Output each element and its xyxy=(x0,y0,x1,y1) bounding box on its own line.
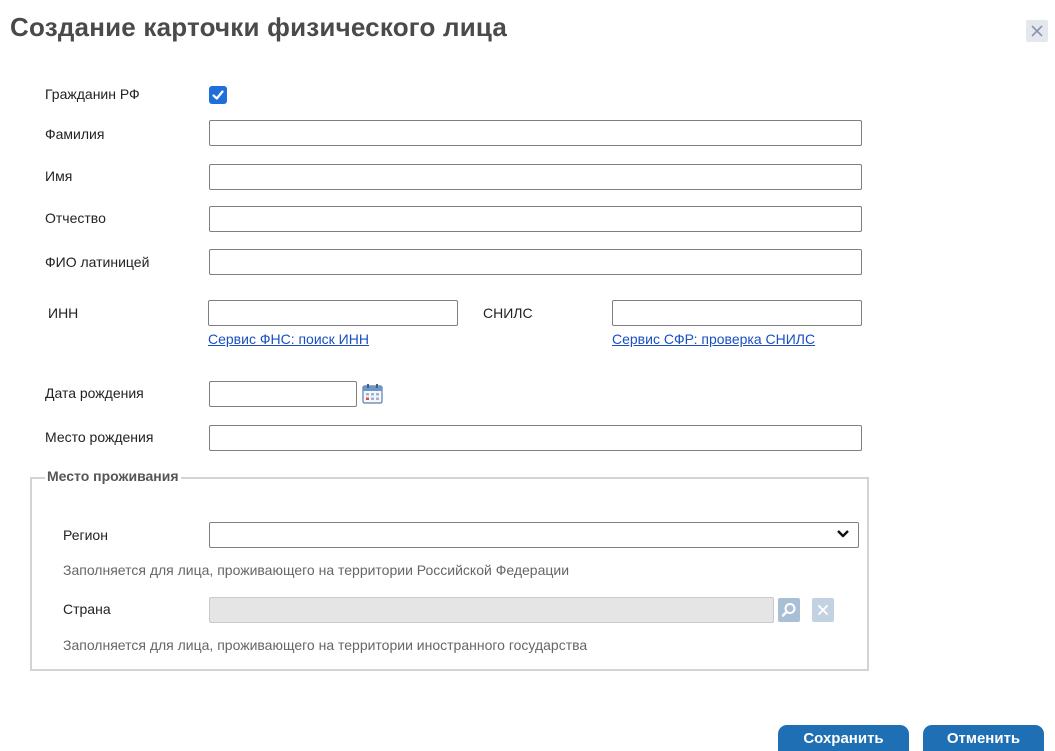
inn-label: ИНН xyxy=(48,305,79,321)
country-hint: Заполняется для лица, проживающего на те… xyxy=(63,637,588,653)
snils-service-link[interactable]: Сервис СФР: проверка СНИЛС xyxy=(612,331,815,347)
chevron-down-icon xyxy=(837,530,849,538)
close-icon xyxy=(817,604,829,616)
country-input xyxy=(209,597,774,623)
region-hint: Заполняется для лица, проживающего на те… xyxy=(63,562,570,578)
last-name-input[interactable] xyxy=(209,120,862,146)
cancel-button[interactable]: Отменить xyxy=(923,725,1044,751)
dialog-title: Создание карточки физического лица xyxy=(10,12,508,42)
latin-name-input[interactable] xyxy=(209,249,862,275)
region-select[interactable] xyxy=(209,522,859,548)
last-name-label: Фамилия xyxy=(45,126,105,142)
close-button[interactable] xyxy=(1026,20,1048,42)
snils-label: СНИЛС xyxy=(483,305,533,321)
calendar-button[interactable] xyxy=(362,383,383,409)
citizen-label: Гражданин РФ xyxy=(45,86,140,102)
first-name-input[interactable] xyxy=(209,164,862,190)
country-label: Страна xyxy=(63,601,111,617)
country-search-button[interactable] xyxy=(778,598,800,622)
citizen-checkbox[interactable] xyxy=(209,86,227,104)
inn-input[interactable] xyxy=(208,300,458,326)
inn-service-link[interactable]: Сервис ФНС: поиск ИНН xyxy=(208,331,369,347)
search-icon xyxy=(781,603,796,617)
first-name-label: Имя xyxy=(45,168,73,184)
calendar-icon xyxy=(362,384,383,404)
create-person-dialog: Создание карточки физического лица Гражд… xyxy=(0,0,1055,751)
birth-date-input[interactable] xyxy=(209,381,357,407)
residence-legend: Место проживания xyxy=(45,468,181,484)
snils-input[interactable] xyxy=(612,300,862,326)
save-button[interactable]: Сохранить xyxy=(778,725,909,751)
patronymic-input[interactable] xyxy=(209,206,862,232)
country-clear-button[interactable] xyxy=(812,598,834,622)
close-icon xyxy=(1031,25,1043,37)
region-label: Регион xyxy=(63,527,108,543)
birth-place-input[interactable] xyxy=(209,425,862,451)
patronymic-label: Отчество xyxy=(45,210,106,226)
birth-place-label: Место рождения xyxy=(45,429,154,445)
birth-date-label: Дата рождения xyxy=(45,385,144,401)
latin-name-label: ФИО латиницей xyxy=(45,254,150,270)
checkmark-icon xyxy=(212,90,224,100)
